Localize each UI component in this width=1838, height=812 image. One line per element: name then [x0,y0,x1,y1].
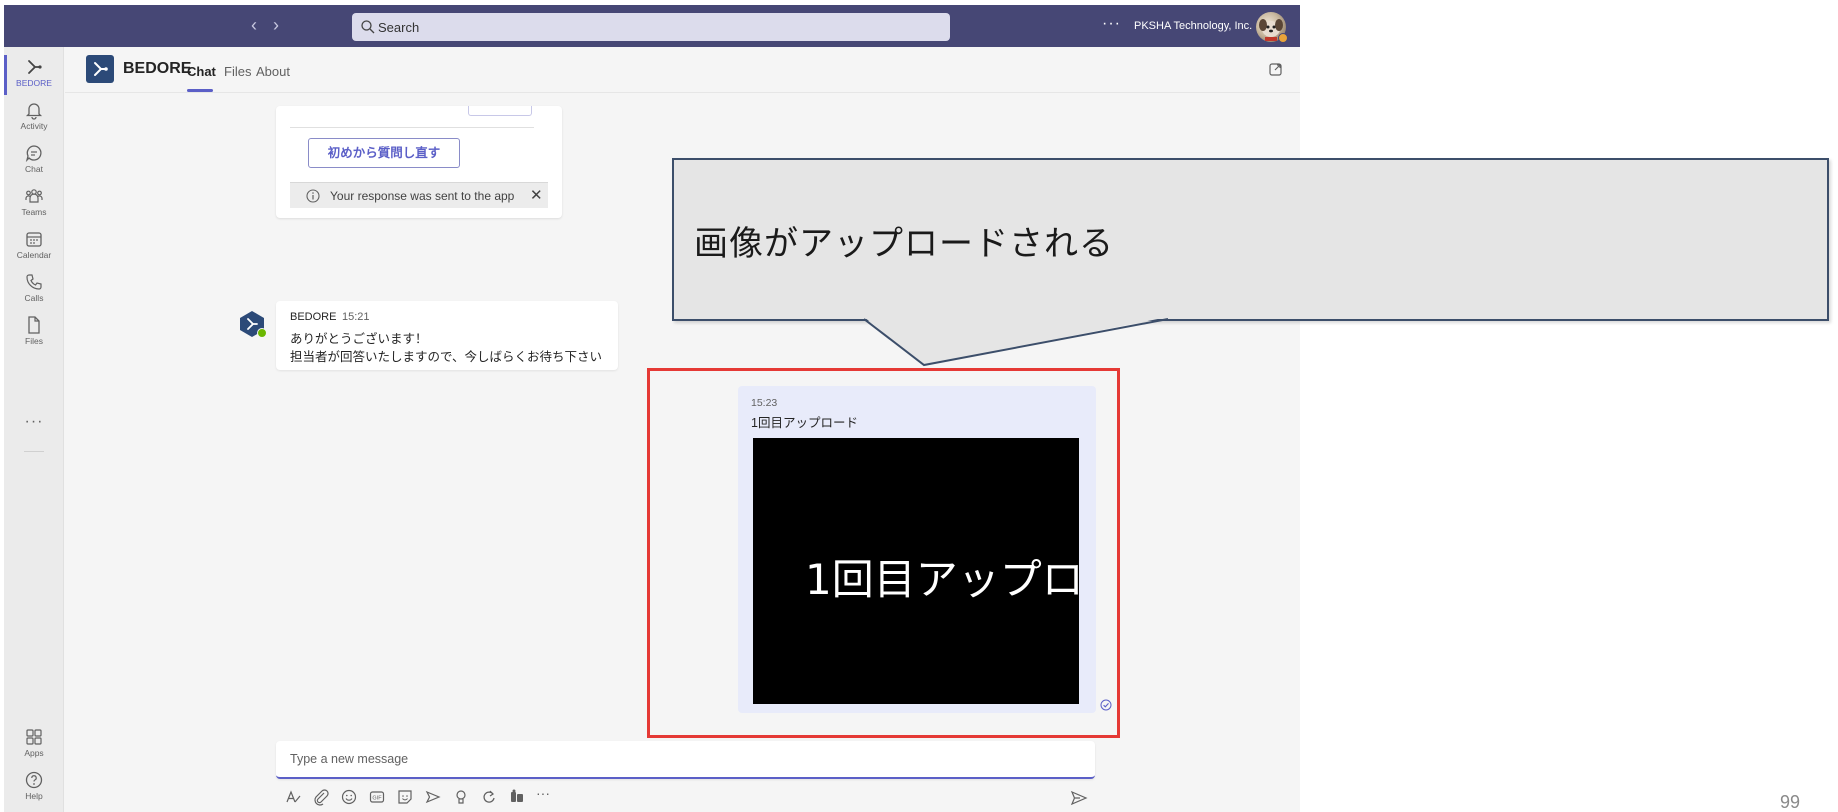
org-name[interactable]: PKSHA Technology, Inc. [1134,20,1252,32]
message-line: ありがとうございます！ [290,332,428,346]
bedore-logo-icon [94,62,108,76]
rail-item-help[interactable]: Help [4,766,64,812]
presence-badge [1278,33,1288,43]
message-line: 担当者が回答いたしますので、今しばらくお待ち下さい [290,350,603,364]
page-number: 99 [1780,792,1801,812]
title-bar: ‹ › ··· PKSHA Technology, Inc. [4,5,1300,47]
active-tab-indicator [187,89,213,92]
rail-item-bedore[interactable]: BEDORE [4,53,64,99]
app-rail: BEDORE Activity Chat Teams Calendar Call… [4,47,64,812]
bot-message: BEDORE 15:21 ありがとうございます！ 担当者が回答いたしますので、今… [276,301,618,370]
tab-chat[interactable]: Chat [187,64,216,79]
rail-label: Teams [21,207,47,217]
callout-text: 画像がアップロードされる [694,224,1114,264]
rail-label: Calls [24,293,44,303]
annotation-callout: 画像がアップロードされる [672,158,1829,321]
card-status-bar: Your response was sent to the app ✕ [290,182,548,208]
meet-now-icon[interactable] [424,788,442,806]
available-status-icon [257,328,267,338]
compose-toolbar: GIF ··· [276,785,1095,808]
bell-icon [25,103,43,120]
rail-label: Calendar [16,250,52,260]
more-options-icon[interactable]: ··· [1102,15,1121,33]
popout-icon[interactable] [1268,61,1284,77]
more-apps-icon[interactable]: ··· [4,413,64,431]
info-icon [306,189,320,203]
compose-box[interactable] [276,741,1095,779]
bedore-icon [28,60,42,74]
rail-item-calendar[interactable]: Calendar [4,225,64,271]
svg-text:GIF: GIF [372,796,382,802]
adaptive-card: 初めから質問し直す Your response was sent to the … [276,106,562,218]
close-icon[interactable]: ✕ [530,186,543,204]
search-box[interactable] [352,13,950,41]
tab-about[interactable]: About [256,64,290,79]
callout-pointer [864,317,1168,367]
highlight-frame [647,368,1120,738]
back-arrow-icon[interactable]: ‹ [244,15,264,35]
rail-label: Activity [20,121,48,131]
message-input[interactable] [290,741,1070,777]
loop-icon[interactable] [480,788,498,806]
format-icon[interactable] [284,788,302,806]
search-input[interactable] [378,13,938,41]
slide: ‹ › ··· PKSHA Technology, Inc. [0,0,1838,812]
bot-name: BEDORE [123,60,192,77]
emoji-icon[interactable] [340,788,358,806]
chat-icon [25,145,42,163]
praise-icon[interactable] [452,788,470,806]
rail-item-chat[interactable]: Chat [4,139,64,185]
restart-question-button[interactable]: 初めから質問し直す [308,138,460,168]
more-options-icon[interactable]: ··· [536,785,554,803]
card-divider [290,127,534,128]
forward-arrow-icon[interactable]: › [266,15,286,35]
app-extension-icon[interactable] [508,788,526,806]
rail-label: Apps [24,748,44,758]
file-icon [28,316,40,334]
gif-icon[interactable]: GIF [368,788,386,806]
card-status-text: Your response was sent to the app [330,189,515,203]
send-icon[interactable] [1070,789,1088,807]
rail-label: Help [25,791,43,801]
teams-icon [25,189,43,203]
attach-icon[interactable] [312,788,330,806]
rail-item-activity[interactable]: Activity [4,96,64,142]
rail-divider [24,451,44,452]
chat-header: BEDORE Chat Files About [65,47,1300,93]
rail-label: BEDORE [16,78,52,88]
help-icon [25,771,43,789]
rail-label: Chat [25,164,43,174]
message-time: 15:21 [342,311,370,323]
message-sender: BEDORE [290,311,337,323]
rail-item-calls[interactable]: Calls [4,268,64,314]
rail-item-apps[interactable]: Apps [4,723,64,769]
calendar-icon [26,232,42,247]
tab-files[interactable]: Files [224,64,251,79]
rail-item-files[interactable]: Files [4,311,64,357]
sticker-icon[interactable] [396,788,414,806]
search-icon [361,20,375,34]
phone-icon [26,274,42,290]
rail-item-teams[interactable]: Teams [4,182,64,228]
card-button-partial[interactable] [468,106,532,116]
rail-label: Files [25,336,43,346]
apps-icon [26,729,42,745]
bot-logo [86,55,114,83]
